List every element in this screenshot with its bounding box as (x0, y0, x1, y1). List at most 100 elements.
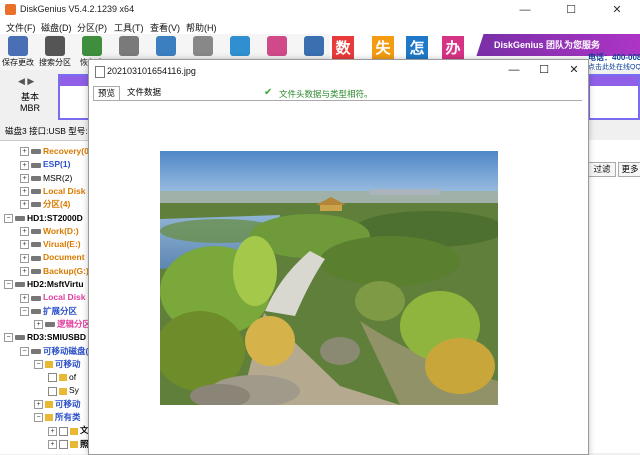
tree-node[interactable]: − RD3:SMIUSBD (0, 331, 86, 344)
tree-checkbox[interactable] (48, 373, 57, 383)
tree-checkbox[interactable] (59, 426, 68, 436)
tree-expander-icon[interactable]: + (20, 227, 29, 237)
banner-qq-link[interactable]: 点击此处在线QQ (588, 62, 640, 70)
tree-expander-icon[interactable]: + (48, 439, 57, 449)
tab-file-data[interactable]: 文件数据 (123, 86, 165, 99)
tree-expander-icon[interactable]: + (20, 200, 29, 210)
tree-expander-icon[interactable]: + (20, 266, 29, 276)
tree-node-label: Local Disk (43, 185, 86, 196)
tree-node-label: Local Disk (43, 292, 86, 303)
disk-partition-map-right[interactable] (588, 74, 640, 120)
partition-icon (31, 255, 41, 261)
tree-expander-icon[interactable]: + (20, 187, 29, 197)
tree-node-label: 分区(4) (43, 199, 71, 210)
tree-node[interactable]: − 可移动磁盘( (0, 345, 88, 358)
tree-node[interactable]: − 可移动 (0, 358, 81, 371)
tree-node-label: Recovery(0 (43, 146, 89, 156)
system-migrate-icon (304, 36, 324, 56)
tree-node[interactable]: − 所有类 (0, 411, 81, 424)
tree-expander-icon[interactable]: − (20, 346, 29, 356)
tree-node[interactable]: + ESP(1) (0, 158, 70, 171)
menu-view[interactable]: 查看(V) (150, 21, 180, 34)
menu-file[interactable]: 文件(F) (6, 21, 36, 34)
toolbar-button-0[interactable]: 保存更改 (0, 34, 36, 70)
new-partition-icon (156, 36, 176, 56)
title-bar: DiskGenius V5.4.2.1239 x64 — ☐ ✕ (0, 0, 640, 21)
tree-node[interactable]: Sy (0, 384, 79, 397)
tree-expander-icon[interactable]: + (20, 173, 29, 183)
toolbar-button-1[interactable]: 搜索分区 (37, 34, 73, 70)
tree-node-label: RD3:SMIUSBD (27, 332, 87, 343)
maximize-button[interactable]: ☐ (548, 0, 594, 20)
tree-node[interactable]: + 可移动 (0, 398, 81, 411)
tree-node[interactable]: + Local Disk (0, 185, 86, 198)
tree-expander-icon[interactable]: − (4, 333, 13, 343)
menu-bar: 文件(F) 磁盘(D) 分区(P) 工具(T) 查看(V) 帮助(H) (0, 20, 640, 34)
tree-node[interactable]: + Document (0, 251, 85, 264)
partition-icon (31, 175, 41, 181)
partition-icon (31, 149, 41, 155)
tree-expander-icon[interactable]: + (20, 240, 29, 250)
partition-icon (31, 348, 41, 354)
close-button[interactable]: ✕ (594, 0, 640, 20)
file-list-pane (588, 140, 640, 453)
tree-node[interactable]: + MSR(2) (0, 172, 72, 185)
tree-node-label: MSR(2) (43, 172, 73, 183)
folder-icon (59, 374, 67, 382)
menu-help[interactable]: 帮助(H) (186, 21, 217, 34)
tree-node[interactable]: − HD1:ST2000D (0, 212, 83, 225)
menu-disk[interactable]: 磁盘(D) (41, 21, 72, 34)
tree-expander-icon[interactable]: − (34, 360, 43, 370)
app-icon (5, 4, 16, 15)
folder-icon (59, 387, 67, 395)
tree-expander-icon[interactable]: + (34, 320, 43, 330)
tree-node[interactable]: + 逻辑分区 (0, 318, 90, 331)
preview-image (160, 151, 498, 405)
dialog-close-button[interactable]: ✕ (559, 60, 589, 80)
tree-node[interactable]: + 照 (0, 438, 89, 451)
tree-node[interactable]: + 文 (0, 424, 89, 437)
tree-checkbox[interactable] (59, 439, 68, 449)
folder-icon (45, 361, 53, 369)
menu-partition[interactable]: 分区(P) (77, 21, 107, 34)
tree-expander-icon[interactable]: + (20, 160, 29, 170)
delete-icon (230, 36, 250, 56)
tree-expander-icon[interactable]: − (20, 306, 29, 316)
menu-tools[interactable]: 工具(T) (114, 21, 144, 34)
minimize-button[interactable]: — (502, 0, 548, 20)
tree-expander-icon[interactable]: + (20, 147, 29, 157)
backup-icon (267, 36, 287, 56)
tree-node-label: 扩展分区 (43, 305, 78, 316)
tree-node[interactable]: + Backup(G:) (0, 265, 89, 278)
dialog-minimize-button[interactable]: — (499, 60, 529, 80)
tree-checkbox[interactable] (48, 386, 57, 396)
tree-expander-icon[interactable]: + (20, 293, 29, 303)
tree-node[interactable]: + 分区(4) (0, 198, 70, 211)
tree-node[interactable]: − 扩展分区 (0, 305, 77, 318)
more-button[interactable]: 更多 (618, 162, 640, 177)
tree-expander-icon[interactable]: + (20, 253, 29, 263)
file-icon (95, 66, 105, 78)
tree-expander-icon[interactable]: + (34, 399, 43, 409)
tab-preview[interactable]: 预览 (93, 86, 121, 100)
disk-nav-arrows[interactable]: ◀ ▶ (18, 76, 34, 87)
disk-partition-map[interactable] (58, 74, 90, 120)
tree-node[interactable]: + Work(D:) (0, 225, 79, 238)
tree-node[interactable]: + Recovery(0 (0, 145, 89, 158)
toolbar-button-label: 保存更改 (2, 58, 34, 67)
tree-expander-icon[interactable]: − (4, 213, 13, 223)
tree-node-label: 可移动磁盘( (43, 345, 89, 356)
disk-info-line: 磁盘3 接口:USB 型号:S (5, 126, 94, 136)
tree-expander-icon[interactable]: − (34, 413, 43, 423)
tree-node[interactable]: + Virual(E:) (0, 238, 81, 251)
dialog-maximize-button[interactable]: ☐ (529, 60, 559, 80)
tree-node-label: Backup(G:) (43, 265, 89, 276)
tree-node[interactable]: − HD2:MsftVirtu (0, 278, 84, 291)
tree-node[interactable]: + Local Disk (0, 291, 86, 304)
filter-button[interactable]: 过滤 (588, 162, 616, 177)
partition-icon (31, 202, 41, 208)
tree-node-label: ESP(1) (43, 159, 71, 170)
tree-expander-icon[interactable]: − (4, 280, 13, 290)
tree-node[interactable]: of (0, 371, 76, 384)
tree-expander-icon[interactable]: + (48, 426, 57, 436)
